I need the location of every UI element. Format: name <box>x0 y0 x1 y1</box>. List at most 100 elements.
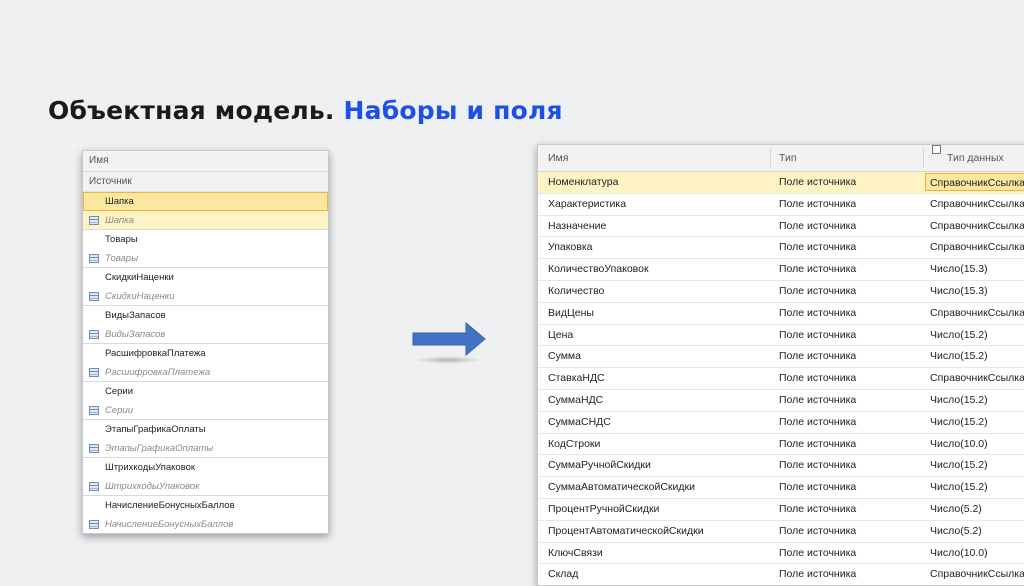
field-data-type-cell: СправочникСсылка <box>930 306 1024 319</box>
source-item[interactable]: Шапка <box>83 192 328 211</box>
field-type-cell: Поле источника <box>779 350 857 363</box>
table-icon <box>89 216 99 225</box>
column-header-type[interactable]: Тип <box>779 145 797 171</box>
data-set-item[interactable]: НачислениеБонусныхБаллов <box>83 515 328 533</box>
table-icon <box>89 406 99 415</box>
field-type-cell: Поле источника <box>779 241 857 254</box>
source-item-label: Товары <box>105 234 138 245</box>
table-row[interactable]: СуммаРучнойСкидки Поле источника Число(15.… <box>538 455 1024 478</box>
source-item[interactable]: ШтрихкодыУпаковок <box>83 458 328 477</box>
data-set-item[interactable]: Шапка <box>83 211 328 230</box>
table-icon <box>89 368 99 377</box>
source-sets-panel: Имя Источник Шапка Шапка Товары Товары Скидк… <box>82 150 329 534</box>
field-name-cell: КодСтроки <box>548 437 601 450</box>
table-row[interactable]: КлючСвязи Поле источника Число(10.0) <box>538 543 1024 565</box>
table-row[interactable]: СтавкаНДС Поле источника СправочникСсылка <box>538 368 1024 390</box>
table-icon <box>89 444 99 453</box>
field-type-cell: Поле источника <box>779 263 857 276</box>
field-data-type-cell: Число(15.2) <box>930 393 988 406</box>
field-name-cell: Количество <box>548 284 605 297</box>
table-row[interactable]: Сумма Поле источника Число(15.2) <box>538 346 1024 369</box>
field-type-cell: Поле источника <box>779 328 857 341</box>
data-set-label: ЭтапыГрафикаОплаты <box>105 443 214 454</box>
column-header-name[interactable]: Имя <box>83 151 328 172</box>
column-header-data-type[interactable]: Тип данных <box>947 145 1004 171</box>
source-item-label: РасшифровкаПлатежа <box>105 348 206 359</box>
fields-table-header: Имя Тип Тип данных <box>538 145 1024 172</box>
table-row[interactable]: ВидЦены Поле источника СправочникСсылка <box>538 303 1024 325</box>
field-data-type-cell: Число(15.3) <box>930 284 988 297</box>
data-set-item[interactable]: Товары <box>83 249 328 268</box>
source-item-label: ШтрихкодыУпаковок <box>105 462 196 473</box>
field-name-cell: Номенклатура <box>548 176 619 188</box>
table-row[interactable]: Склад Поле источника СправочникСсылка <box>538 564 1024 585</box>
slide-title: Объектная модель. Наборы и поля <box>48 96 563 125</box>
field-type-cell: Поле источника <box>779 524 857 537</box>
right-arrow-icon <box>412 321 486 364</box>
field-name-cell: Характеристика <box>548 197 627 210</box>
table-icon <box>89 520 99 529</box>
table-icon <box>89 254 99 263</box>
data-set-item[interactable]: ШтрихкодыУпаковок <box>83 477 328 496</box>
field-data-type-cell: Число(15.2) <box>930 459 988 472</box>
field-data-type-cell: Число(15.2) <box>930 328 988 341</box>
table-row[interactable]: Характеристика Поле источника СправочникСс… <box>538 194 1024 216</box>
table-row[interactable]: КоличествоУпаковок Поле источника Число(15… <box>538 259 1024 281</box>
fields-table-body: Номенклатура Поле источника СправочникСсыл… <box>538 172 1024 585</box>
column-header-name[interactable]: Имя <box>548 145 568 171</box>
field-data-type-cell: СправочникСсылка <box>925 173 1024 191</box>
table-row[interactable]: СуммаАвтоматическойСкидки Поле источника Ч… <box>538 477 1024 499</box>
data-set-label: РасшифровкаПлатежа <box>105 367 211 378</box>
field-name-cell: СуммаСНДС <box>548 415 611 428</box>
data-set-item[interactable]: ЭтапыГрафикаОплаты <box>83 439 328 458</box>
table-row[interactable]: ПроцентАвтоматическойСкидки Поле источник… <box>538 521 1024 543</box>
table-row[interactable]: КодСтроки Поле источника Число(10.0) <box>538 434 1024 456</box>
source-item-label: Серии <box>105 386 134 397</box>
data-set-item[interactable]: ВидыЗапасов <box>83 325 328 344</box>
source-item[interactable]: НачислениеБонусныхБаллов <box>83 496 328 515</box>
data-set-label: Товары <box>105 253 139 264</box>
field-type-cell: Поле источника <box>779 176 857 188</box>
source-item[interactable]: Серии <box>83 382 328 401</box>
source-group-row[interactable]: Источник <box>83 172 328 192</box>
table-row[interactable]: СуммаСНДС Поле источника Число(15.2) <box>538 412 1024 434</box>
field-data-type-cell: Число(10.0) <box>930 546 988 559</box>
field-type-cell: Поле источника <box>779 502 857 515</box>
fields-panel: Имя Тип Тип данных Номенклатура Поле исто… <box>537 144 1024 586</box>
table-row[interactable]: Количество Поле источника Число(15.3) <box>538 281 1024 303</box>
data-set-item[interactable]: РасшифровкаПлатежа <box>83 363 328 382</box>
field-type-cell: Поле источника <box>779 415 857 428</box>
source-item[interactable]: СкидкиНаценки <box>83 268 328 287</box>
table-row[interactable]: СуммаНДС Поле источника Число(15.2) <box>538 390 1024 412</box>
source-item-label: НачислениеБонусныхБаллов <box>105 500 235 511</box>
data-set-label: СкидкиНаценки <box>105 291 175 302</box>
table-row[interactable]: Номенклатура Поле источника СправочникСсыл… <box>538 172 1024 194</box>
field-type-cell: Поле источника <box>779 219 857 232</box>
source-item[interactable]: РасшифровкаПлатежа <box>83 344 328 363</box>
source-item[interactable]: ЭтапыГрафикаОплаты <box>83 420 328 439</box>
field-data-type-cell: Число(15.2) <box>930 481 988 494</box>
field-data-type-cell: Число(10.0) <box>930 437 988 450</box>
table-row[interactable]: ПроцентРучнойСкидки Поле источника Число(5… <box>538 499 1024 521</box>
field-type-cell: Поле источника <box>779 481 857 494</box>
table-row[interactable]: Цена Поле источника Число(15.2) <box>538 325 1024 347</box>
source-item-label: СкидкиНаценки <box>105 272 174 283</box>
field-data-type-cell: СправочникСсылка <box>930 241 1024 254</box>
source-item-label: ЭтапыГрафикаОплаты <box>105 424 206 435</box>
source-item[interactable]: ВидыЗапасов <box>83 306 328 325</box>
source-item[interactable]: Товары <box>83 230 328 249</box>
field-name-cell: Назначение <box>548 219 607 232</box>
field-name-cell: СуммаРучнойСкидки <box>548 459 651 472</box>
data-set-label: ВидыЗапасов <box>105 329 166 340</box>
data-set-item[interactable]: Серии <box>83 401 328 420</box>
data-set-label: ШтрихкодыУпаковок <box>105 481 200 492</box>
field-data-type-cell: Число(15.3) <box>930 263 988 276</box>
field-name-cell: СуммаНДС <box>548 393 604 406</box>
table-row[interactable]: Назначение Поле источника СправочникСсылка <box>538 216 1024 238</box>
field-name-cell: ПроцентАвтоматическойСкидки <box>548 524 704 537</box>
data-set-item[interactable]: СкидкиНаценки <box>83 287 328 306</box>
field-type-cell: Поле источника <box>779 306 857 319</box>
title-main: Объектная модель. <box>48 96 335 125</box>
table-icon <box>89 330 99 339</box>
table-row[interactable]: Упаковка Поле источника СправочникСсылка <box>538 237 1024 260</box>
